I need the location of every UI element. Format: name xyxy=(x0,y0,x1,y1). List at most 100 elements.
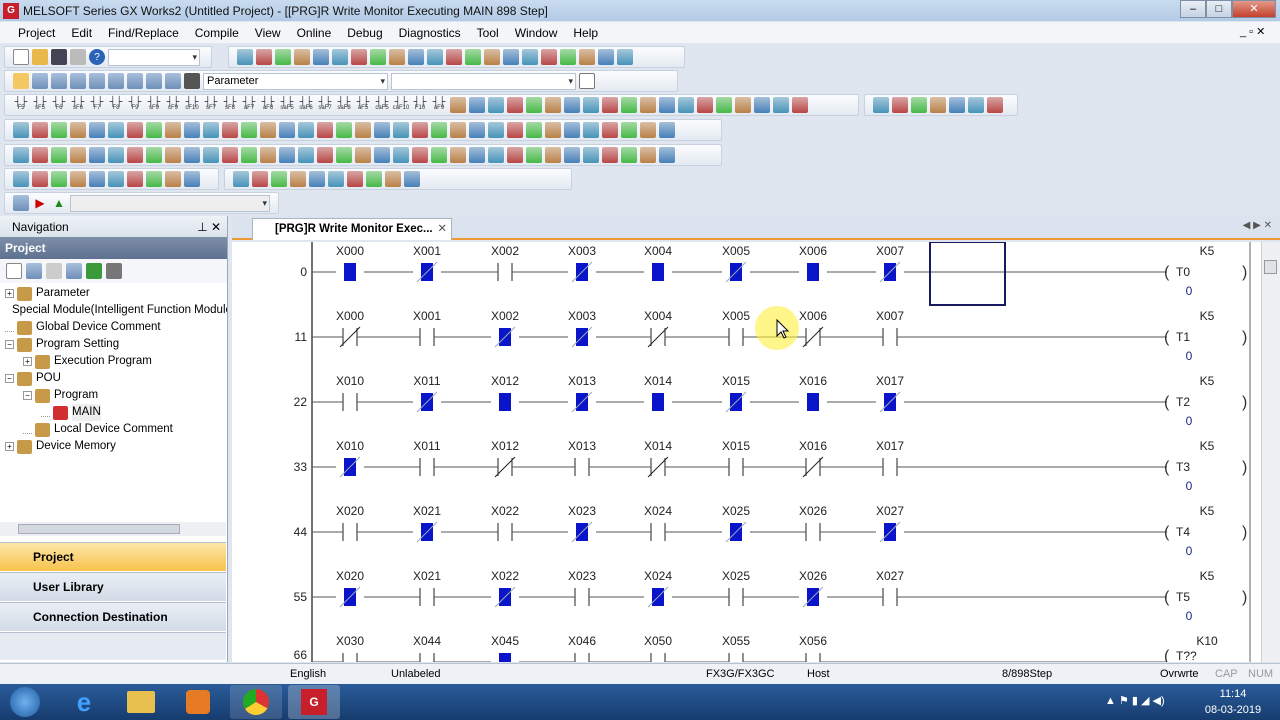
tab-close-icon[interactable]: ✕ xyxy=(437,219,447,239)
toolbar-tool-icon[interactable] xyxy=(484,49,500,65)
help-search-combo[interactable] xyxy=(108,48,200,66)
toolbar-tool-icon[interactable] xyxy=(564,147,580,163)
toolbar-tool-icon[interactable] xyxy=(450,147,466,163)
search-target-combo[interactable] xyxy=(391,72,576,90)
toolbar-tool-icon[interactable] xyxy=(294,49,310,65)
toolbar-tool-icon[interactable] xyxy=(184,147,200,163)
open-icon[interactable] xyxy=(32,49,48,65)
toolbar-tool-icon[interactable] xyxy=(13,122,29,138)
expand-icon[interactable]: + xyxy=(23,357,32,366)
ladder-key-f7-icon[interactable]: ┤├ F7 xyxy=(89,97,105,113)
toolbar-tool-icon[interactable] xyxy=(241,147,257,163)
toolbar-tool-icon[interactable] xyxy=(313,49,329,65)
toolbar-tool-icon[interactable] xyxy=(446,49,462,65)
nav-button-project[interactable]: Project xyxy=(0,542,226,571)
toolbar-tool-icon[interactable] xyxy=(678,97,694,113)
toolbar-tool-icon[interactable] xyxy=(108,147,124,163)
find-icon[interactable] xyxy=(146,73,162,89)
toolbar-tool-icon[interactable] xyxy=(203,147,219,163)
nav-more-button[interactable] xyxy=(0,632,226,660)
toolbar-tool-icon[interactable] xyxy=(621,97,637,113)
maximize-button[interactable]: □ xyxy=(1206,0,1232,18)
ladder-key-f8-icon[interactable]: ┤├ F8 xyxy=(108,97,124,113)
toolbar-tool-icon[interactable] xyxy=(583,97,599,113)
start-button[interactable] xyxy=(2,685,48,719)
toolbar-tool-icon[interactable] xyxy=(32,147,48,163)
toolbar-tool-icon[interactable] xyxy=(279,147,295,163)
ladder-key-cf10-icon[interactable]: ┤├ cF10 xyxy=(184,97,200,113)
tree-item[interactable]: + Execution Program xyxy=(5,353,227,370)
toolbar-tool-icon[interactable] xyxy=(469,97,485,113)
toolbar-tool-icon[interactable] xyxy=(51,171,67,187)
toolbar-tool-icon[interactable] xyxy=(427,49,443,65)
toolbar-tool-icon[interactable] xyxy=(564,122,580,138)
toolbar-tool-icon[interactable] xyxy=(203,122,219,138)
toolbar-tool-icon[interactable] xyxy=(13,171,29,187)
toolbar-tool-icon[interactable] xyxy=(526,147,542,163)
toolbar-tool-icon[interactable] xyxy=(526,97,542,113)
tree-item[interactable]: + Parameter xyxy=(5,285,227,302)
ladder-key-sf9-icon[interactable]: ┤├ sF9 xyxy=(146,97,162,113)
toolbar-tool-icon[interactable] xyxy=(541,49,557,65)
toolbar-tool-icon[interactable] xyxy=(309,171,325,187)
property-icon[interactable] xyxy=(66,263,82,279)
ladder-key-saf8-icon[interactable]: ┤├ saF8 xyxy=(336,97,352,113)
toolbar-tool-icon[interactable] xyxy=(431,122,447,138)
toolbar-tool-icon[interactable] xyxy=(892,97,908,113)
toolbar-tool-icon[interactable] xyxy=(602,147,618,163)
toolbar-tool-icon[interactable] xyxy=(598,49,614,65)
toolbar-tool-icon[interactable] xyxy=(412,122,428,138)
mdi-controls[interactable]: _ ▫ ✕ xyxy=(1240,25,1265,38)
toolbar-tool-icon[interactable] xyxy=(260,122,276,138)
device-icon[interactable] xyxy=(70,73,86,89)
toolbar-tool-icon[interactable] xyxy=(873,97,889,113)
menu-window[interactable]: Window xyxy=(507,26,566,40)
toolbar-tool-icon[interactable] xyxy=(241,122,257,138)
toolbar-tool-icon[interactable] xyxy=(583,122,599,138)
toolbar-tool-icon[interactable] xyxy=(165,147,181,163)
toolbar-tool-icon[interactable] xyxy=(640,122,656,138)
menu-tool[interactable]: Tool xyxy=(469,26,507,40)
search-combo[interactable]: Parameter xyxy=(203,72,388,90)
expand-icon[interactable]: + xyxy=(5,442,14,451)
toolbar-tool-icon[interactable] xyxy=(621,147,637,163)
ladder-key-af9-icon[interactable]: ┤├ aF9 xyxy=(431,97,447,113)
toolbar-tool-icon[interactable] xyxy=(450,97,466,113)
parameter-icon[interactable] xyxy=(32,73,48,89)
gx-works2-taskbar-icon[interactable]: G xyxy=(288,685,340,719)
toolbar-tool-icon[interactable] xyxy=(332,49,348,65)
ladder-key-sf5-icon[interactable]: ┤├ sF5 xyxy=(32,97,48,113)
expand-icon[interactable]: + xyxy=(5,289,14,298)
chrome-icon[interactable] xyxy=(230,685,282,719)
ladder-key-saf5-icon[interactable]: ┤├ saF5 xyxy=(279,97,295,113)
refresh-icon[interactable] xyxy=(86,263,102,279)
toolbar-tool-icon[interactable] xyxy=(659,147,675,163)
toolbar-tool-icon[interactable] xyxy=(579,49,595,65)
internet-explorer-icon[interactable]: e xyxy=(58,685,110,719)
toolbar-tool-icon[interactable] xyxy=(469,122,485,138)
toolbar-tool-icon[interactable] xyxy=(279,122,295,138)
toolbar-tool-icon[interactable] xyxy=(930,97,946,113)
toolbar-tool-icon[interactable] xyxy=(271,171,287,187)
toolbar-tool-icon[interactable] xyxy=(659,97,675,113)
toolbar-tool-icon[interactable] xyxy=(488,122,504,138)
file-explorer-icon[interactable] xyxy=(115,685,167,719)
toolbar-tool-icon[interactable] xyxy=(412,147,428,163)
toolbar-tool-icon[interactable] xyxy=(754,97,770,113)
toolbar-tool-icon[interactable] xyxy=(621,122,637,138)
new-icon[interactable] xyxy=(13,49,29,65)
close-button[interactable]: ✕ xyxy=(1232,0,1276,18)
nav-button-connection-destination[interactable]: Connection Destination xyxy=(0,602,226,631)
toolbar-tool-icon[interactable] xyxy=(233,171,249,187)
toolbar-tool-icon[interactable] xyxy=(545,97,561,113)
tree-item[interactable]: Local Device Comment xyxy=(5,421,227,438)
toolbar-tool-icon[interactable] xyxy=(256,49,272,65)
toolbar-tool-icon[interactable] xyxy=(522,49,538,65)
toolbar-tool-icon[interactable] xyxy=(366,171,382,187)
navigation-icon[interactable] xyxy=(13,73,29,89)
toolbar-tool-icon[interactable] xyxy=(127,147,143,163)
toolbar-tool-icon[interactable] xyxy=(507,97,523,113)
tree-item[interactable]: − Program Setting xyxy=(5,336,227,353)
toolbar-tool-icon[interactable] xyxy=(355,147,371,163)
ladder-key-f6-icon[interactable]: ┤├ F6 xyxy=(51,97,67,113)
